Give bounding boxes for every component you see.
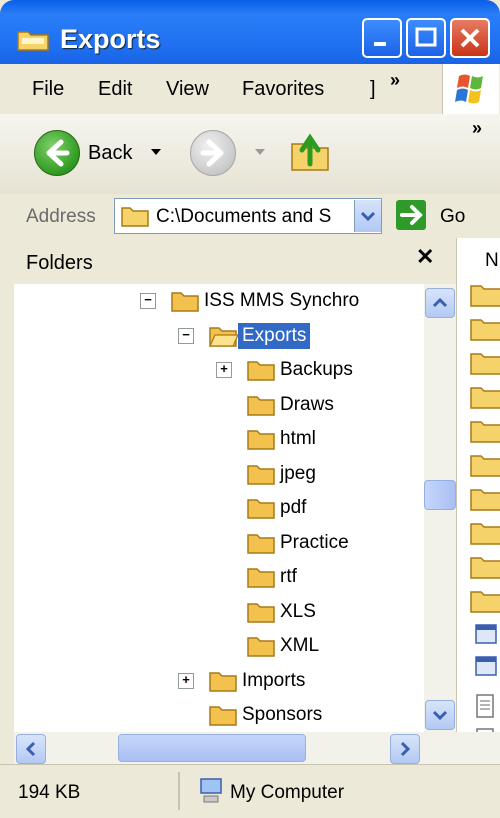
tree-item[interactable]: XML [216,633,323,667]
tree-item-label: Sponsors [242,704,323,725]
chevron-down-icon [360,211,376,222]
expand-icon[interactable]: + [216,362,232,378]
folder-icon [247,602,275,623]
tree-item-label: ISS MMS Synchro [204,290,360,311]
folder-icon [17,31,49,51]
folder-icon [247,568,275,588]
tree-item-label: XML [280,635,320,656]
tree-item-label: XLS [280,600,316,622]
column-header-fragment[interactable]: N [485,250,499,272]
tree-item[interactable]: Practice [216,530,353,564]
horizontal-scroll-thumb[interactable] [118,734,306,762]
forward-button[interactable] [190,130,236,176]
scroll-right-button[interactable] [390,734,420,764]
menu-overflow-icon[interactable]: » [390,70,400,91]
close-pane-icon[interactable]: ✕ [416,244,434,270]
chevron-down-icon [432,710,448,721]
collapse-icon[interactable]: − [178,327,194,344]
go-arrow-icon [400,205,423,225]
windows-flag-icon [455,74,483,104]
menu-truncated[interactable]: ] [370,78,376,101]
folder-icon [121,207,149,227]
file-list-pane[interactable]: N [456,238,500,732]
folder-icon [247,361,275,381]
folder-icon [209,326,238,347]
maximize-button[interactable] [406,18,446,58]
chevron-right-icon [400,741,411,757]
tree-item-label: pdf [280,497,307,518]
forward-arrow-icon [200,139,224,167]
status-divider [178,772,180,810]
back-dropdown-icon[interactable] [150,148,162,156]
tree-item[interactable]: XLS [216,599,320,633]
minimize-icon [374,42,386,46]
tree-item[interactable]: − ISS MMS Synchro [140,288,363,322]
expand-icon[interactable]: + [178,672,194,689]
collapse-icon[interactable]: − [140,293,156,309]
folder-icon [247,430,275,450]
tree-item-label: Imports [242,669,306,691]
text-file-icon [476,694,494,732]
scroll-up-button[interactable] [425,288,455,318]
tree-item-label: jpeg [280,462,316,484]
back-arrow-icon [46,139,70,167]
chevron-up-icon [432,297,448,308]
menu-favorites[interactable]: Favorites [242,78,324,101]
window-title: Exports [60,24,161,54]
vertical-scroll-thumb[interactable] [424,480,456,510]
forward-dropdown-icon[interactable] [254,148,266,156]
folders-title: Folders [26,252,93,274]
address-dropdown-button[interactable] [354,200,381,232]
tree-item[interactable]: jpeg [216,461,320,495]
tree-item[interactable]: Sponsors [178,702,326,736]
folder-icon [247,395,275,416]
address-value[interactable]: C:\Documents and S [156,206,331,228]
app-file-icon [475,624,497,676]
my-computer-icon [200,778,222,803]
tree-item-label: html [280,428,316,449]
tree-item[interactable]: − Exports [178,322,311,357]
tree-item-label: Backups [280,359,353,380]
toolbar-overflow-icon[interactable]: » [472,118,482,139]
tree-item-label: Exports [238,322,311,349]
folder-icon [247,499,275,519]
folder-icon [209,706,237,726]
status-size: 194 KB [18,782,81,803]
tree-item[interactable]: Draws [216,392,338,426]
go-button[interactable] [396,200,426,230]
back-label[interactable]: Back [88,142,132,165]
maximize-icon [415,27,437,47]
tree-item[interactable]: rtf [216,564,301,598]
windows-logo [442,64,499,114]
chevron-left-icon [25,741,36,757]
menu-view[interactable]: View [166,78,209,101]
folder-icon [247,637,275,657]
tree-item[interactable]: html [216,426,320,460]
menu-edit[interactable]: Edit [98,78,132,101]
tree-item[interactable]: pdf [216,495,310,529]
back-button[interactable] [34,130,80,176]
folder-icon [209,671,237,692]
scroll-down-button[interactable] [425,700,455,730]
tree-item-label: rtf [280,566,297,587]
close-window-button[interactable] [450,18,490,58]
tree-item[interactable]: + Imports [178,668,309,702]
close-icon [460,28,480,48]
folder-icon [247,464,275,485]
go-label[interactable]: Go [440,206,465,228]
folder-icon [247,533,275,554]
folder-icons-column [470,285,500,613]
folder-icon [171,292,199,312]
menu-file[interactable]: File [32,78,64,101]
minimize-button[interactable] [362,18,402,58]
status-location: My Computer [230,782,345,803]
tree-item-label: Practice [280,531,349,553]
tree-item[interactable]: + Backups [216,357,357,391]
address-label: Address [26,206,96,227]
up-folder-icon[interactable] [288,128,332,174]
scroll-left-button[interactable] [16,734,46,764]
tree-item-label: Draws [280,393,334,415]
